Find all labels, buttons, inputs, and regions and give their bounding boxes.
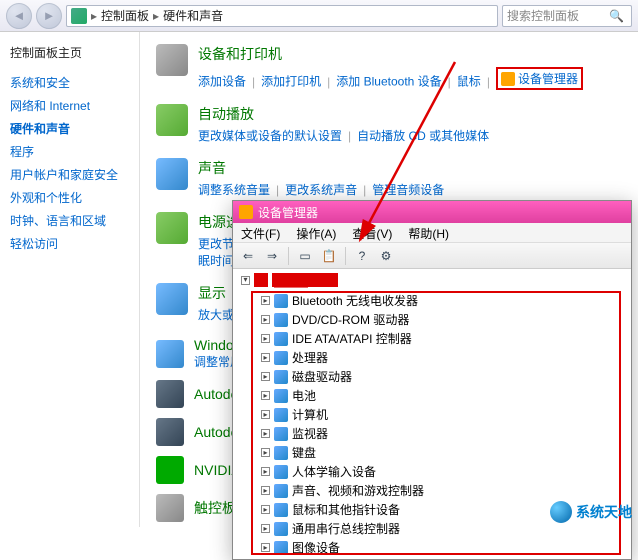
back-button[interactable]: ◄ [6,3,32,29]
separator: | [276,183,279,197]
category-link[interactable]: 添加 Bluetooth 设备 [336,75,441,89]
menu-item[interactable]: 帮助(H) [400,223,457,242]
window-titlebar[interactable]: 设备管理器 [233,201,631,223]
category-icon [156,283,188,315]
tree-root[interactable]: ▾ ████ [241,273,623,287]
toolbar-properties-button[interactable]: ▭ [294,246,316,266]
toolbar: ⇐ ⇒ ▭ 📋 ? ⚙ [233,243,631,269]
applet-icon [156,340,184,368]
category-links: 更改媒体或设备的默认设置 | 自动播放 CD 或其他媒体 [198,127,489,144]
category-links: 添加设备 | 添加打印机 | 添加 Bluetooth 设备 | 鼠标 | 设备管理器 [198,67,583,90]
separator: | [327,75,330,89]
device-manager-link[interactable]: 设备管理器 [496,67,583,90]
separator: | [487,75,490,89]
search-icon[interactable]: 🔍 [609,9,624,23]
device-manager-icon [239,205,253,219]
sidebar-title: 控制面板主页 [10,44,129,61]
category-link[interactable]: 添加打印机 [261,75,321,89]
breadcrumb-root[interactable]: 控制面板 [97,7,153,24]
category-title[interactable]: 自动播放 [198,104,489,124]
shield-icon [501,72,515,86]
sidebar-item[interactable]: 外观和个性化 [10,186,129,209]
applet-icon [156,418,184,446]
computer-icon [254,273,268,287]
category-icon [156,158,188,190]
category-link[interactable]: 自动播放 CD 或其他媒体 [357,129,489,143]
category: 自动播放更改媒体或设备的默认设置 | 自动播放 CD 或其他媒体 [156,104,622,144]
applet-icon [156,380,184,408]
category-link[interactable]: 鼠标 [457,75,481,89]
category-link[interactable]: 管理音频设备 [372,183,444,197]
category-link[interactable]: 更改系统声音 [285,183,357,197]
category-title[interactable]: 设备和打印机 [198,44,583,64]
category-link[interactable]: 更改媒体或设备的默认设置 [198,129,342,143]
address-bar: ◄ ► ▸ 控制面板 ▸ 硬件和声音 搜索控制面板 🔍 [0,0,638,32]
category: 声音调整系统音量 | 更改系统声音 | 管理音频设备 [156,158,622,198]
breadcrumb[interactable]: ▸ 控制面板 ▸ 硬件和声音 [66,5,498,27]
tree-item[interactable]: ▸网络适配器 [261,557,623,559]
category-link[interactable]: 调整系统音量 [198,183,270,197]
separator: | [348,129,351,143]
link-text: 设备管理器 [518,70,578,87]
menu-item[interactable]: 操作(A) [288,223,344,242]
category-icon [156,104,188,136]
separator: | [252,75,255,89]
toolbar-help-button[interactable]: ? [351,246,373,266]
category: 设备和打印机添加设备 | 添加打印机 | 添加 Bluetooth 设备 | 鼠标 | 设备管理… [156,44,622,90]
search-placeholder: 搜索控制面板 [507,7,579,24]
toolbar-forward-button[interactable]: ⇒ [261,246,283,266]
window-title: 设备管理器 [258,204,318,221]
control-panel-icon [71,8,87,24]
search-input[interactable]: 搜索控制面板 🔍 [502,5,632,27]
toolbar-refresh-button[interactable]: 📋 [318,246,340,266]
menu-item[interactable]: 文件(F) [233,223,288,242]
category-link[interactable]: 添加设备 [198,75,246,89]
toolbar-back-button[interactable]: ⇐ [237,246,259,266]
applet-title[interactable]: 触控板 [194,498,236,518]
sidebar-item[interactable]: 程序 [10,140,129,163]
tree-item-label: 网络适配器 [292,558,352,559]
computer-name: ████ [272,273,338,287]
annotation-box [251,291,621,555]
sidebar-item[interactable]: 时钟、语言和区域 [10,209,129,232]
separator [345,247,346,265]
menu-item[interactable]: 查看(V) [344,223,400,242]
category-icon [156,44,188,76]
applet-icon [156,456,184,484]
separator [288,247,289,265]
category-icon [156,212,188,244]
applet-icon [156,494,184,522]
breadcrumb-current[interactable]: 硬件和声音 [159,7,227,24]
device-manager-window: 设备管理器 文件(F)操作(A)查看(V)帮助(H) ⇐ ⇒ ▭ 📋 ? ⚙ ▾… [232,200,632,560]
device-tree: ▾ ████ ▸Bluetooth 无线电收发器▸DVD/CD-ROM 驱动器▸… [233,269,631,559]
category-title[interactable]: 声音 [198,158,444,178]
menubar: 文件(F)操作(A)查看(V)帮助(H) [233,223,631,243]
collapse-icon[interactable]: ▾ [241,276,250,285]
sidebar-item[interactable]: 用户帐户和家庭安全 [10,163,129,186]
sidebar: 控制面板主页 系统和安全网络和 Internet硬件和声音程序用户帐户和家庭安全… [0,32,140,527]
sidebar-item[interactable]: 系统和安全 [10,71,129,94]
sidebar-item[interactable]: 轻松访问 [10,232,129,255]
separator: | [448,75,451,89]
sidebar-item[interactable]: 硬件和声音 [10,117,129,140]
category-links: 调整系统音量 | 更改系统声音 | 管理音频设备 [198,181,444,198]
separator: | [363,183,366,197]
sidebar-item[interactable]: 网络和 Internet [10,94,129,117]
toolbar-scan-button[interactable]: ⚙ [375,246,397,266]
forward-button[interactable]: ► [36,3,62,29]
